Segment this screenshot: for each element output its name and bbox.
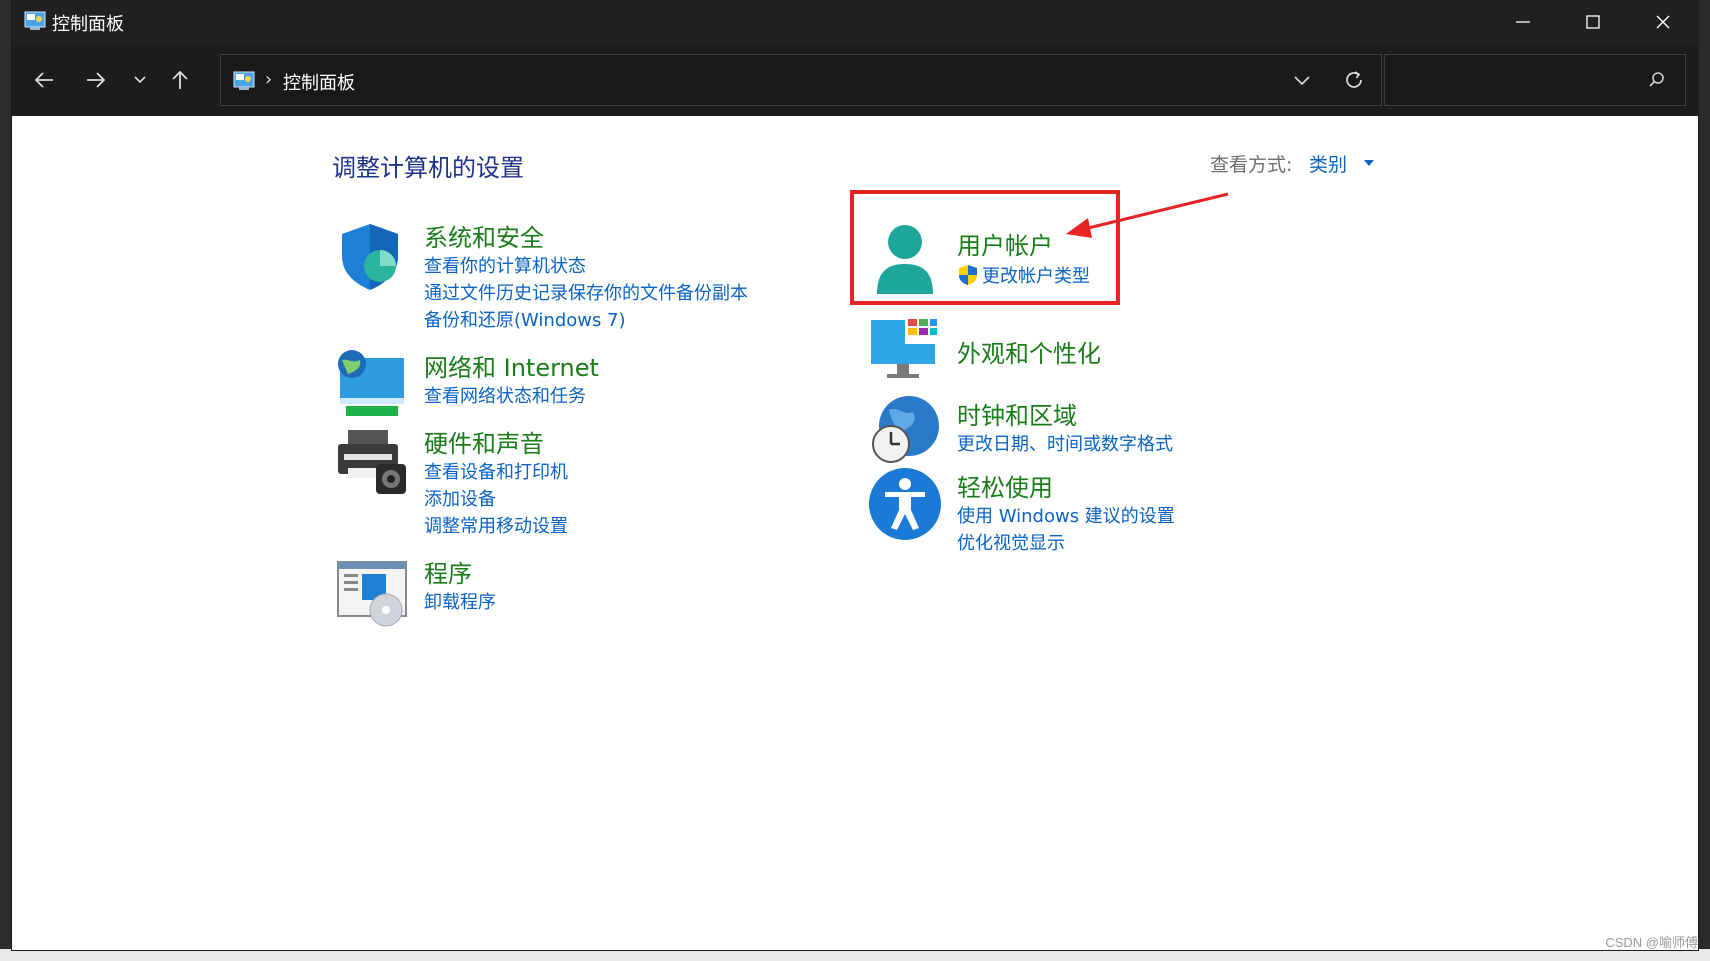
address-dropdown-button[interactable] — [1291, 69, 1313, 95]
annotation-arrow-icon — [1066, 192, 1229, 238]
category-title[interactable]: 程序 — [424, 554, 472, 589]
refresh-icon — [1346, 71, 1362, 88]
refresh-button[interactable] — [1343, 69, 1365, 95]
category-appearance-personalization: 外观和个性化 — [867, 312, 1167, 378]
forward-button[interactable] — [78, 62, 114, 98]
link-change-date-time-format[interactable]: 更改日期、时间或数字格式 — [957, 430, 1173, 456]
search-icon — [1649, 72, 1664, 87]
network-globe-icon — [338, 350, 404, 416]
globe-clock-icon — [872, 396, 939, 463]
category-system-security: 系统和安全 查看你的计算机状态 通过文件历史记录保存你的文件备份副本 备份和还原… — [334, 218, 814, 348]
chevron-down-icon — [1294, 76, 1310, 86]
chevron-down-icon — [134, 76, 146, 84]
category-network-internet: 网络和 Internet 查看网络状态和任务 — [334, 348, 814, 418]
view-by-dropdown[interactable]: 类别 — [1309, 150, 1347, 177]
breadcrumb-control-panel[interactable]: 控制面板 — [283, 69, 355, 95]
background-window-edge-right — [1698, 0, 1710, 961]
link-file-history-backup[interactable]: 通过文件历史记录保存你的文件备份副本 — [424, 279, 748, 305]
close-icon — [1656, 15, 1670, 29]
category-ease-of-access: 轻松使用 使用 Windows 建议的设置 优化视觉显示 — [867, 466, 1187, 556]
watermark: CSDN @喻师傅 — [1605, 935, 1698, 950]
background-window-edge-left — [0, 0, 12, 961]
category-title[interactable]: 系统和安全 — [424, 218, 544, 253]
arrow-up-icon — [172, 70, 188, 89]
link-mobility-settings[interactable]: 调整常用移动设置 — [424, 512, 568, 538]
maximize-button[interactable] — [1558, 0, 1628, 44]
page-title: 调整计算机的设置 — [332, 154, 524, 182]
link-view-computer-status[interactable]: 查看你的计算机状态 — [424, 252, 586, 278]
control-panel-icon — [24, 11, 46, 30]
minimize-button[interactable] — [1488, 0, 1558, 44]
link-windows-recommended-settings[interactable]: 使用 Windows 建议的设置 — [957, 502, 1175, 528]
link-uninstall-program[interactable]: 卸载程序 — [424, 588, 496, 614]
category-title[interactable]: 硬件和声音 — [424, 424, 544, 459]
link-network-status[interactable]: 查看网络状态和任务 — [424, 382, 586, 408]
link-optimize-visual-display[interactable]: 优化视觉显示 — [957, 529, 1065, 555]
category-programs: 程序 卸载程序 — [334, 554, 814, 630]
breadcrumb-separator: › — [265, 69, 273, 90]
monitor-personalization-icon — [871, 316, 939, 378]
search-input[interactable] — [1395, 67, 1639, 95]
category-hardware-sound: 硬件和声音 查看设备和打印机 添加设备 调整常用移动设置 — [334, 424, 814, 537]
category-title[interactable]: 轻松使用 — [957, 468, 1053, 503]
view-by-label: 查看方式: — [1210, 154, 1293, 176]
control-panel-icon — [233, 71, 255, 90]
dropdown-caret-icon — [1364, 160, 1374, 166]
arrow-right-icon — [87, 72, 106, 88]
link-backup-restore[interactable]: 备份和还原(Windows 7) — [424, 306, 626, 332]
window-title: 控制面板 — [52, 14, 124, 35]
maximize-icon — [1586, 15, 1600, 29]
up-button[interactable] — [162, 62, 198, 98]
printer-icon — [338, 430, 406, 494]
link-devices-printers[interactable]: 查看设备和打印机 — [424, 458, 568, 484]
programs-icon — [337, 561, 407, 627]
category-title[interactable]: 外观和个性化 — [957, 334, 1101, 369]
category-title[interactable]: 时钟和区域 — [957, 396, 1077, 431]
background-window-edge-bottom — [0, 949, 1710, 961]
accessibility-icon — [869, 468, 941, 540]
category-clock-region: 时钟和区域 更改日期、时间或数字格式 — [867, 392, 1187, 468]
link-add-device[interactable]: 添加设备 — [424, 485, 496, 511]
category-title[interactable]: 网络和 Internet — [424, 348, 599, 383]
address-bar[interactable]: › 控制面板 — [220, 54, 1382, 106]
search-box[interactable] — [1384, 54, 1686, 106]
close-button[interactable] — [1628, 0, 1698, 44]
minimize-icon — [1516, 21, 1530, 23]
arrow-left-icon — [34, 72, 53, 88]
control-panel-window: 控制面板 › 控制面板 调整计算机的设置 查看方式: 类别 系统和安全 查看你的… — [12, 0, 1698, 950]
navigation-bar: › 控制面板 — [12, 44, 1698, 116]
back-button[interactable] — [26, 62, 62, 98]
shield-icon — [342, 224, 398, 290]
title-bar: 控制面板 — [12, 0, 1698, 44]
recent-locations-button[interactable] — [122, 62, 158, 98]
